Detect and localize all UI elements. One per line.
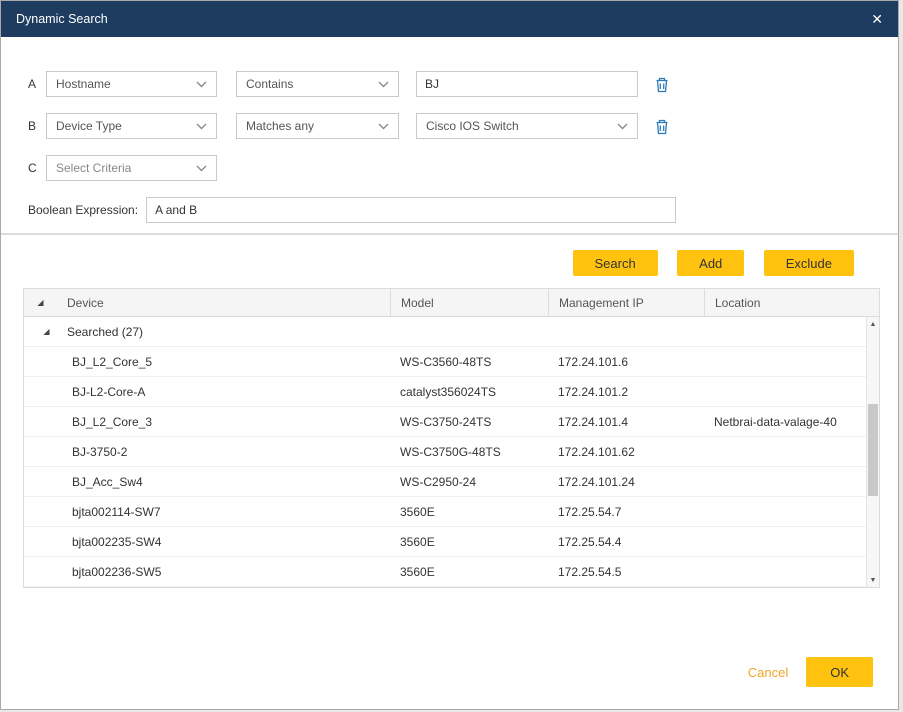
criterion-label-b: B — [28, 119, 46, 133]
group-label: Searched (27) — [57, 325, 879, 339]
table-row[interactable]: BJ_Acc_Sw4 WS-C2950-24 172.24.101.24 — [24, 467, 879, 497]
device-cell: bjta002114-SW7 — [57, 505, 390, 519]
device-cell: BJ-3750-2 — [57, 445, 390, 459]
results-table: ◢ Device Model Management IP Location ◢ … — [23, 288, 880, 588]
action-buttons: Search Add Exclude — [1, 250, 854, 276]
criterion-label-a: A — [28, 77, 46, 91]
model-cell: 3560E — [390, 565, 548, 579]
model-cell: WS-C2950-24 — [390, 475, 548, 489]
column-header-location[interactable]: Location — [704, 289, 879, 317]
dialog-titlebar: Dynamic Search ✕ — [1, 1, 898, 37]
table-header: ◢ Device Model Management IP Location — [24, 289, 879, 317]
cancel-button[interactable]: Cancel — [748, 665, 788, 680]
column-header-device[interactable]: Device — [57, 289, 390, 317]
operator-select-b[interactable]: Matches any — [236, 113, 399, 139]
delete-criterion-a-trash-icon[interactable] — [654, 76, 670, 93]
table-row[interactable]: BJ-3750-2 WS-C3750G-48TS 172.24.101.62 — [24, 437, 879, 467]
management-ip-cell: 172.24.101.4 — [548, 415, 704, 429]
value-select-b[interactable]: Cisco IOS Switch — [416, 113, 638, 139]
criterion-row-b: B Device Type Matches any Cisco IOS Swit… — [28, 113, 898, 139]
model-cell: 3560E — [390, 505, 548, 519]
location-cell: Netbrai-data-valage-40 — [704, 415, 879, 429]
chevron-down-icon — [196, 81, 207, 88]
chevron-down-icon — [378, 123, 389, 130]
field-select-a[interactable]: Hostname — [46, 71, 217, 97]
management-ip-cell: 172.25.54.7 — [548, 505, 704, 519]
operator-select-b-value: Matches any — [246, 119, 314, 133]
chevron-down-icon — [617, 123, 628, 130]
close-icon[interactable]: ✕ — [871, 12, 883, 26]
management-ip-cell: 172.24.101.62 — [548, 445, 704, 459]
field-select-b-value: Device Type — [56, 119, 122, 133]
boolean-expression-row: Boolean Expression: — [28, 197, 898, 223]
device-cell: BJ_L2_Core_3 — [57, 415, 390, 429]
management-ip-cell: 172.24.101.6 — [548, 355, 704, 369]
scroll-up-icon[interactable]: ▲ — [870, 317, 877, 331]
criterion-row-a: A Hostname Contains — [28, 71, 898, 97]
model-cell: catalyst356024TS — [390, 385, 548, 399]
table-row[interactable]: BJ-L2-Core-A catalyst356024TS 172.24.101… — [24, 377, 879, 407]
device-cell: bjta002236-SW5 — [57, 565, 390, 579]
divider — [1, 233, 898, 235]
management-ip-cell: 172.25.54.5 — [548, 565, 704, 579]
model-cell: WS-C3750G-48TS — [390, 445, 548, 459]
dialog-footer: Cancel OK — [748, 657, 873, 687]
model-cell: WS-C3560-48TS — [390, 355, 548, 369]
field-select-a-value: Hostname — [56, 77, 111, 91]
value-select-b-value: Cisco IOS Switch — [426, 119, 519, 133]
device-cell: BJ_L2_Core_5 — [57, 355, 390, 369]
scroll-down-icon[interactable]: ▼ — [870, 573, 877, 587]
add-button[interactable]: Add — [677, 250, 744, 276]
table-row[interactable]: bjta002236-SW5 3560E 172.25.54.5 — [24, 557, 879, 587]
group-row-searched[interactable]: ◢ Searched (27) — [24, 317, 879, 347]
management-ip-cell: 172.24.101.2 — [548, 385, 704, 399]
criterion-label-c: C — [28, 161, 46, 175]
chevron-down-icon — [196, 123, 207, 130]
operator-select-a[interactable]: Contains — [236, 71, 399, 97]
boolean-expression-input[interactable] — [146, 197, 676, 223]
collapse-group-icon[interactable]: ◢ — [24, 328, 57, 336]
value-input-a[interactable] — [416, 71, 638, 97]
device-cell: BJ-L2-Core-A — [57, 385, 390, 399]
chevron-down-icon — [196, 165, 207, 172]
management-ip-cell: 172.25.54.4 — [548, 535, 704, 549]
table-scrollbar[interactable]: ▲ ▼ — [866, 317, 879, 587]
scrollbar-thumb[interactable] — [868, 404, 878, 496]
operator-select-a-value: Contains — [246, 77, 293, 91]
scrollbar-track[interactable] — [867, 331, 879, 573]
exclude-button[interactable]: Exclude — [764, 250, 854, 276]
table-body: ◢ Searched (27) BJ_L2_Core_5 WS-C3560-48… — [24, 317, 879, 587]
criterion-row-c: C Select Criteria — [28, 155, 898, 181]
table-row[interactable]: BJ_L2_Core_5 WS-C3560-48TS 172.24.101.6 — [24, 347, 879, 377]
device-cell: BJ_Acc_Sw4 — [57, 475, 390, 489]
chevron-down-icon — [378, 81, 389, 88]
table-row[interactable]: BJ_L2_Core_3 WS-C3750-24TS 172.24.101.4 … — [24, 407, 879, 437]
column-header-model[interactable]: Model — [390, 289, 548, 317]
column-header-management-ip[interactable]: Management IP — [548, 289, 704, 317]
field-select-c[interactable]: Select Criteria — [46, 155, 217, 181]
delete-criterion-b-trash-icon[interactable] — [654, 118, 670, 135]
model-cell: WS-C3750-24TS — [390, 415, 548, 429]
model-cell: 3560E — [390, 535, 548, 549]
dialog-title: Dynamic Search — [16, 12, 108, 26]
boolean-expression-label: Boolean Expression: — [28, 203, 138, 217]
field-select-b[interactable]: Device Type — [46, 113, 217, 139]
management-ip-cell: 172.24.101.24 — [548, 475, 704, 489]
search-button[interactable]: Search — [573, 250, 658, 276]
collapse-all-icon[interactable]: ◢ — [24, 289, 57, 317]
ok-button[interactable]: OK — [806, 657, 873, 687]
field-select-c-value: Select Criteria — [56, 161, 131, 175]
table-row[interactable]: bjta002114-SW7 3560E 172.25.54.7 — [24, 497, 879, 527]
table-row[interactable]: bjta002235-SW4 3560E 172.25.54.4 — [24, 527, 879, 557]
device-cell: bjta002235-SW4 — [57, 535, 390, 549]
dynamic-search-dialog: Dynamic Search ✕ A Hostname Contains B D… — [0, 0, 899, 710]
